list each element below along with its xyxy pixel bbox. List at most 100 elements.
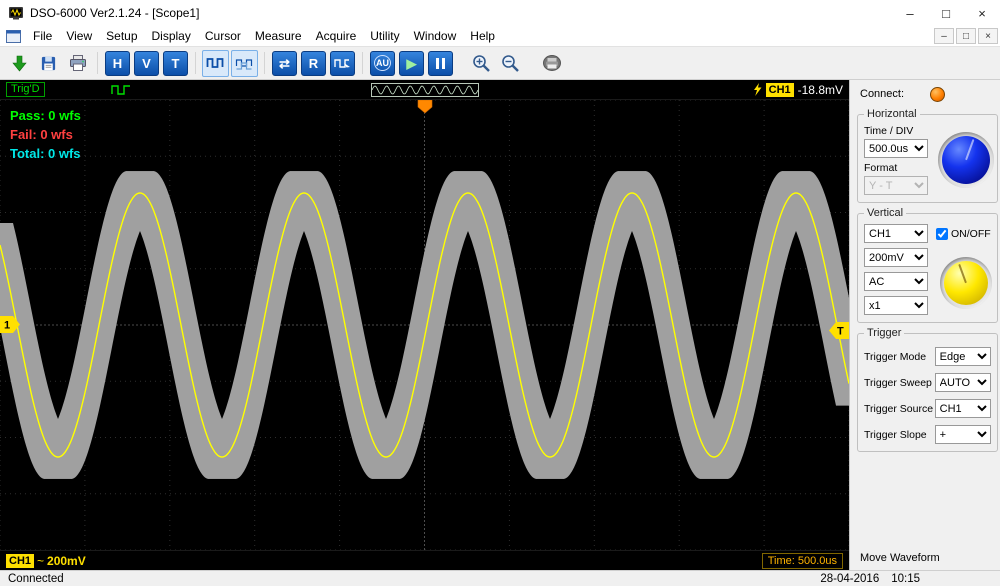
trigger-source-select[interactable]: CH1 xyxy=(935,399,991,418)
window-title: DSO-6000 Ver2.1.24 - [Scope1] xyxy=(30,6,892,20)
onoff-checkbox[interactable] xyxy=(936,228,948,240)
v-label: V xyxy=(134,51,159,76)
wave-cursor-icon xyxy=(334,57,351,70)
menu-item-window[interactable]: Window xyxy=(407,27,464,45)
green-download-arrow-icon xyxy=(11,55,28,72)
zoom-out-button[interactable] xyxy=(497,50,524,77)
channel1-position-marker[interactable]: 1 xyxy=(0,316,22,333)
load-button[interactable] xyxy=(6,50,33,77)
menu-item-measure[interactable]: Measure xyxy=(248,27,309,45)
title-bar: DSO-6000 Ver2.1.24 - [Scope1] – □ × xyxy=(0,0,1000,26)
coupling-select[interactable]: AC xyxy=(864,272,928,291)
status-date: 28-04-2016 xyxy=(820,573,879,585)
pass-count-label: Pass: 0 wfs xyxy=(10,106,81,125)
maximize-button[interactable]: □ xyxy=(928,0,964,26)
menu-item-display[interactable]: Display xyxy=(145,27,198,45)
trigger-level-marker[interactable]: T xyxy=(827,322,849,339)
menu-bar: File View Setup Display Cursor Measure A… xyxy=(0,26,1000,46)
run-button[interactable]: ▶ xyxy=(398,50,425,77)
menu-item-cursor[interactable]: Cursor xyxy=(198,27,248,45)
scope-area: Trig'D CH1 -18.8mV xyxy=(0,80,849,570)
probe-select[interactable]: x1 xyxy=(864,296,928,315)
channel-onoff[interactable]: ON/OFF xyxy=(936,228,991,240)
channel-bar: CH1 ~ 200mV Time: 500.0us xyxy=(0,550,849,570)
square-wave-status-icon xyxy=(111,84,131,96)
trigger-slope-select[interactable]: + xyxy=(935,425,991,444)
trigger-status-bar: Trig'D CH1 -18.8mV xyxy=(0,80,849,100)
menu-item-acquire[interactable]: Acquire xyxy=(309,27,364,45)
trigger-mode-label: Trigger Mode xyxy=(864,351,935,363)
channel-badge[interactable]: CH1 xyxy=(6,554,34,568)
print-icon xyxy=(69,54,87,72)
menu-item-setup[interactable]: Setup xyxy=(99,27,144,45)
toolbar-separator xyxy=(264,52,265,74)
zoom-in-button[interactable] xyxy=(468,50,495,77)
trig-status: Trig'D xyxy=(6,82,45,97)
double-wave-icon xyxy=(235,56,254,70)
horizontal-cursor-button[interactable]: H xyxy=(104,50,131,77)
trigger-group: Trigger Trigger Mode Edge Trigger Sweep … xyxy=(857,327,998,452)
move-waveform-label: Move Waveform xyxy=(860,552,940,564)
print-button[interactable] xyxy=(64,50,91,77)
toolbar: H V T ⇄ R AU ▶ xyxy=(0,46,1000,80)
vertical-group-title: Vertical xyxy=(864,207,906,219)
vertical-cursor-button[interactable]: V xyxy=(133,50,160,77)
screenshot-button[interactable] xyxy=(538,50,565,77)
knob-pointer xyxy=(965,139,974,160)
trigger-source-label: Trigger Source xyxy=(864,403,935,415)
zoom-in-icon xyxy=(472,54,491,73)
main-area: Trig'D CH1 -18.8mV xyxy=(0,80,1000,570)
autoset-button[interactable]: AU xyxy=(369,50,396,77)
onoff-label: ON/OFF xyxy=(951,228,991,240)
connect-led[interactable] xyxy=(930,87,945,102)
horizontal-group-title: Horizontal xyxy=(864,108,920,120)
pass-fail-mask-button[interactable] xyxy=(202,50,229,77)
t-label: T xyxy=(163,51,188,76)
format-select[interactable]: Y - T xyxy=(864,176,928,195)
mdi-restore-button[interactable]: □ xyxy=(956,28,976,44)
app-icon xyxy=(8,5,24,21)
trigger-mode-select[interactable]: Edge xyxy=(935,347,991,366)
vertical-knob[interactable] xyxy=(940,257,992,309)
trigger-group-title: Trigger xyxy=(864,327,904,339)
horizontal-group: Horizontal Time / DIV 500.0us Format Y -… xyxy=(857,108,998,203)
trigger-sweep-select[interactable]: AUTO xyxy=(935,373,991,392)
waveform-compare-button[interactable] xyxy=(231,50,258,77)
menu-item-utility[interactable]: Utility xyxy=(363,27,406,45)
control-panel: Connect: Horizontal Time / DIV 500.0us F… xyxy=(849,80,1000,570)
horizontal-knob[interactable] xyxy=(938,132,994,188)
menu-item-view[interactable]: View xyxy=(59,27,99,45)
save-button[interactable] xyxy=(35,50,62,77)
mdi-minimize-button[interactable]: – xyxy=(934,28,954,44)
play-icon: ▶ xyxy=(407,57,417,70)
close-button[interactable]: × xyxy=(964,0,1000,26)
scope-window-icon xyxy=(6,30,21,43)
menu-item-help[interactable]: Help xyxy=(463,27,502,45)
trigger-level-value: -18.8mV xyxy=(798,83,843,97)
reset-button[interactable]: R xyxy=(300,50,327,77)
waveform-display[interactable]: Pass: 0 wfs Fail: 0 wfs Total: 0 wfs 1 T xyxy=(0,100,849,550)
track-cursor-button[interactable]: T xyxy=(162,50,189,77)
time-div-select[interactable]: 500.0us xyxy=(864,139,928,158)
pause-button[interactable] xyxy=(427,50,454,77)
svg-text:T: T xyxy=(837,325,844,337)
mdi-close-button[interactable]: × xyxy=(978,28,998,44)
pause-icon xyxy=(436,58,445,69)
trigger-slope-label: Trigger Slope xyxy=(864,429,935,441)
toolbar-separator xyxy=(97,52,98,74)
square-wave-icon xyxy=(206,56,225,70)
waveform-cursor-button[interactable] xyxy=(329,50,356,77)
lightning-icon xyxy=(753,83,762,96)
minimize-button[interactable]: – xyxy=(892,0,928,26)
menu-item-file[interactable]: File xyxy=(26,27,59,45)
h-label: H xyxy=(105,51,130,76)
transfer-button[interactable]: ⇄ xyxy=(271,50,298,77)
save-icon xyxy=(40,55,57,72)
application-window: DSO-6000 Ver2.1.24 - [Scope1] – □ × File… xyxy=(0,0,1000,586)
waveform-preview[interactable] xyxy=(371,83,479,97)
channel-scale-label: 200mV xyxy=(47,554,86,568)
channel-select[interactable]: CH1 xyxy=(864,224,928,243)
svg-text:1: 1 xyxy=(4,320,10,332)
trigger-position-marker[interactable] xyxy=(417,100,433,114)
volt-scale-select[interactable]: 200mV xyxy=(864,248,928,267)
